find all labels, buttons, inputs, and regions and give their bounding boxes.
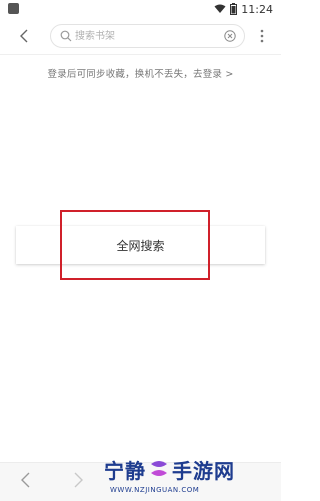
watermark-name-part1: 宁静 xyxy=(104,458,146,483)
clear-icon[interactable] xyxy=(224,30,236,42)
more-button[interactable] xyxy=(256,26,268,46)
search-box[interactable] xyxy=(50,24,245,48)
notification-icon xyxy=(8,3,19,14)
nav-back-icon[interactable] xyxy=(18,470,34,490)
search-input[interactable] xyxy=(75,27,215,45)
watermark-name-part2: 手游网 xyxy=(172,458,235,483)
status-time: 11:24 xyxy=(241,2,273,16)
watermark-logo-icon xyxy=(151,461,167,476)
nav-forward-icon[interactable] xyxy=(70,470,86,490)
wifi-icon xyxy=(214,4,226,13)
search-icon xyxy=(60,30,72,42)
divider xyxy=(0,54,281,55)
highlight-box xyxy=(60,210,210,280)
back-button[interactable] xyxy=(14,26,34,46)
more-vertical-icon xyxy=(260,29,264,43)
watermark-logo: 宁静 手游网 xyxy=(104,456,235,483)
toolbar xyxy=(0,18,281,54)
status-bar: 11:24 xyxy=(0,0,281,18)
chevron-left-icon xyxy=(20,29,28,43)
watermark-domain: WWW.NZJINGUAN.COM xyxy=(110,486,200,494)
battery-icon xyxy=(230,3,238,15)
status-right: 11:24 xyxy=(214,1,273,17)
login-hint-link[interactable]: 登录后可同步收藏，换机不丢失，去登录 > xyxy=(0,66,281,80)
